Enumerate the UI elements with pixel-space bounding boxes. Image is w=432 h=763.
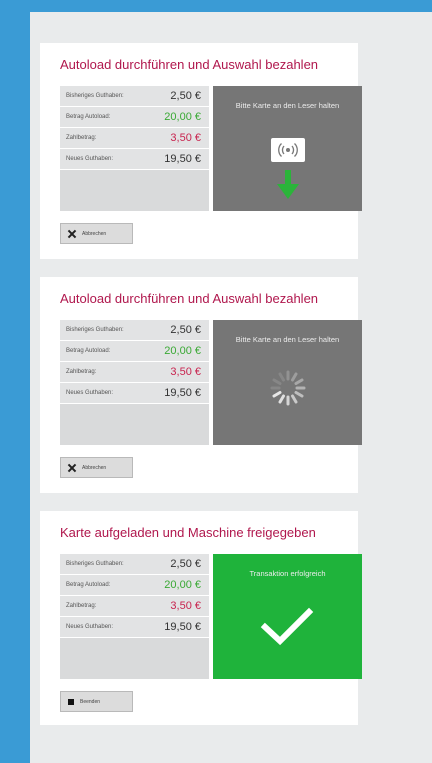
card-reader-panel: Bitte Karte an den Leser halten	[213, 86, 362, 211]
row-label: Betrag Autoload:	[66, 114, 111, 120]
table-row: Neues Guthaben: 19,50 €	[60, 617, 209, 638]
panel-instruction: Bitte Karte an den Leser halten	[235, 101, 340, 110]
row-label: Neues Guthaben:	[66, 390, 114, 396]
row-label: Zahlbetrag:	[66, 603, 97, 609]
card-title: Karte aufgeladen und Maschine freigegebe…	[60, 525, 316, 540]
panel-instruction: Bitte Karte an den Leser halten	[235, 335, 340, 344]
stop-icon	[68, 698, 74, 705]
close-icon	[68, 464, 76, 472]
row-value: 2,50 €	[170, 90, 201, 102]
cancel-button[interactable]: Abbrechen	[60, 223, 133, 244]
row-value: 19,50 €	[164, 387, 201, 399]
row-label: Betrag Autoload:	[66, 582, 111, 588]
row-value: 19,50 €	[164, 621, 201, 633]
close-icon	[68, 230, 76, 238]
button-label: Beenden	[80, 698, 101, 705]
row-value: 3,50 €	[170, 366, 201, 378]
card-title: Autoload durchführen und Auswahl bezahle…	[60, 57, 319, 72]
balance-table: Bisheriges Guthaben: 2,50 € Betrag Autol…	[60, 86, 209, 211]
card-reader-panel: Bitte Karte an den Leser halten	[213, 320, 362, 445]
autoload-card-success: Karte aufgeladen und Maschine freigegebe…	[40, 511, 362, 725]
row-value: 3,50 €	[170, 132, 201, 144]
row-value: 19,50 €	[164, 153, 201, 165]
row-label: Zahlbetrag:	[66, 135, 97, 141]
row-value: 2,50 €	[170, 558, 201, 570]
panel-status: Transaktion erfolgreich	[249, 569, 326, 578]
success-panel: Transaktion erfolgreich	[213, 554, 362, 679]
row-value: 20,00 €	[164, 345, 201, 357]
balance-table: Bisheriges Guthaben: 2,50 € Betrag Autol…	[60, 320, 209, 445]
row-label: Neues Guthaben:	[66, 156, 114, 162]
checkmark-icon	[259, 606, 315, 653]
cancel-button[interactable]: Abbrechen	[60, 457, 133, 478]
arrow-down-icon	[276, 170, 300, 205]
table-row: Neues Guthaben: 19,50 €	[60, 383, 209, 404]
table-row: Zahlbetrag: 3,50 €	[60, 362, 209, 383]
table-row: Bisheriges Guthaben: 2,50 €	[60, 554, 209, 575]
table-row: Neues Guthaben: 19,50 €	[60, 149, 209, 170]
row-label: Zahlbetrag:	[66, 369, 97, 375]
row-label: Bisheriges Guthaben:	[66, 561, 124, 567]
table-row: Bisheriges Guthaben: 2,50 €	[60, 320, 209, 341]
table-row: Betrag Autoload: 20,00 €	[60, 341, 209, 362]
finish-button[interactable]: Beenden	[60, 691, 133, 712]
row-label: Bisheriges Guthaben:	[66, 93, 124, 99]
autoload-card-step-2: Autoload durchführen und Auswahl bezahle…	[40, 277, 362, 493]
table-row: Bisheriges Guthaben: 2,50 €	[60, 86, 209, 107]
row-value: 20,00 €	[164, 579, 201, 591]
row-value: 20,00 €	[164, 111, 201, 123]
table-row: Zahlbetrag: 3,50 €	[60, 128, 209, 149]
button-label: Abbrechen	[82, 230, 107, 237]
row-value: 2,50 €	[170, 324, 201, 336]
card-title: Autoload durchführen und Auswahl bezahle…	[60, 291, 319, 306]
table-row: Betrag Autoload: 20,00 €	[60, 575, 209, 596]
row-label: Neues Guthaben:	[66, 624, 114, 630]
table-row: Betrag Autoload: 20,00 €	[60, 107, 209, 128]
row-label: Bisheriges Guthaben:	[66, 327, 124, 333]
balance-table: Bisheriges Guthaben: 2,50 € Betrag Autol…	[60, 554, 209, 679]
nfc-card-icon	[271, 138, 305, 162]
loading-spinner-icon	[263, 363, 313, 418]
autoload-card-step-1: Autoload durchführen und Auswahl bezahle…	[40, 43, 362, 259]
button-label: Abbrechen	[82, 464, 107, 471]
table-row: Zahlbetrag: 3,50 €	[60, 596, 209, 617]
row-label: Betrag Autoload:	[66, 348, 111, 354]
row-value: 3,50 €	[170, 600, 201, 612]
